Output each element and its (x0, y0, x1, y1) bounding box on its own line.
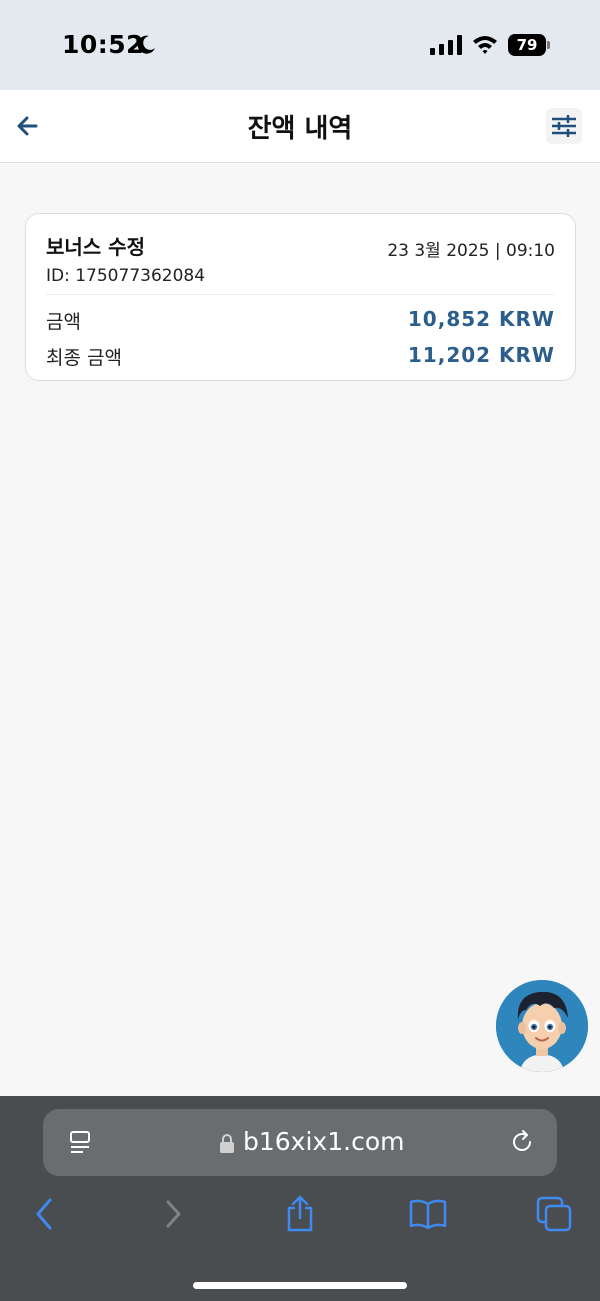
forward-icon[interactable] (162, 1196, 186, 1232)
battery-icon: 79 (508, 34, 550, 56)
support-avatar[interactable] (496, 980, 588, 1072)
transaction-id: ID: 175077362084 (46, 266, 206, 286)
url-text: b16xix1.com (243, 1127, 405, 1156)
app-header: 잔액 내역 (0, 90, 600, 163)
final-amount-value: 11,202 KRW (407, 343, 555, 367)
final-amount-label: 최종 금액 (46, 347, 122, 369)
lock-icon (220, 1134, 234, 1153)
amount-value: 10,852 KRW (407, 307, 555, 331)
address-bar[interactable]: b16xix1.com (43, 1109, 557, 1176)
transaction-title: 보너스 수정 (46, 235, 145, 259)
signal-icon (430, 35, 462, 55)
bookmarks-icon[interactable] (408, 1198, 448, 1230)
filter-button[interactable] (546, 108, 582, 144)
battery-level: 79 (508, 34, 546, 56)
sliders-icon (552, 115, 576, 137)
reader-icon[interactable] (69, 1130, 93, 1154)
share-icon[interactable] (284, 1194, 316, 1234)
transaction-date: 23 3월 2025 | 09:10 (387, 241, 555, 261)
browser-toolbar: b16xix1.com (0, 1096, 600, 1301)
transaction-card[interactable]: 보너스 수정 23 3월 2025 | 09:10 ID: 1750773620… (25, 213, 576, 381)
avatar-icon (496, 980, 588, 1072)
status-bar: 10:52 79 (0, 0, 600, 90)
amount-label: 금액 (46, 311, 81, 333)
card-divider (46, 294, 555, 295)
back-icon[interactable] (32, 1196, 56, 1232)
home-indicator[interactable] (193, 1282, 407, 1289)
moon-icon (137, 35, 155, 54)
page-title: 잔액 내역 (247, 114, 353, 144)
tabs-icon[interactable] (536, 1196, 574, 1234)
wifi-icon (473, 36, 497, 54)
reload-icon[interactable] (509, 1129, 535, 1155)
status-time: 10:52 (62, 30, 145, 59)
